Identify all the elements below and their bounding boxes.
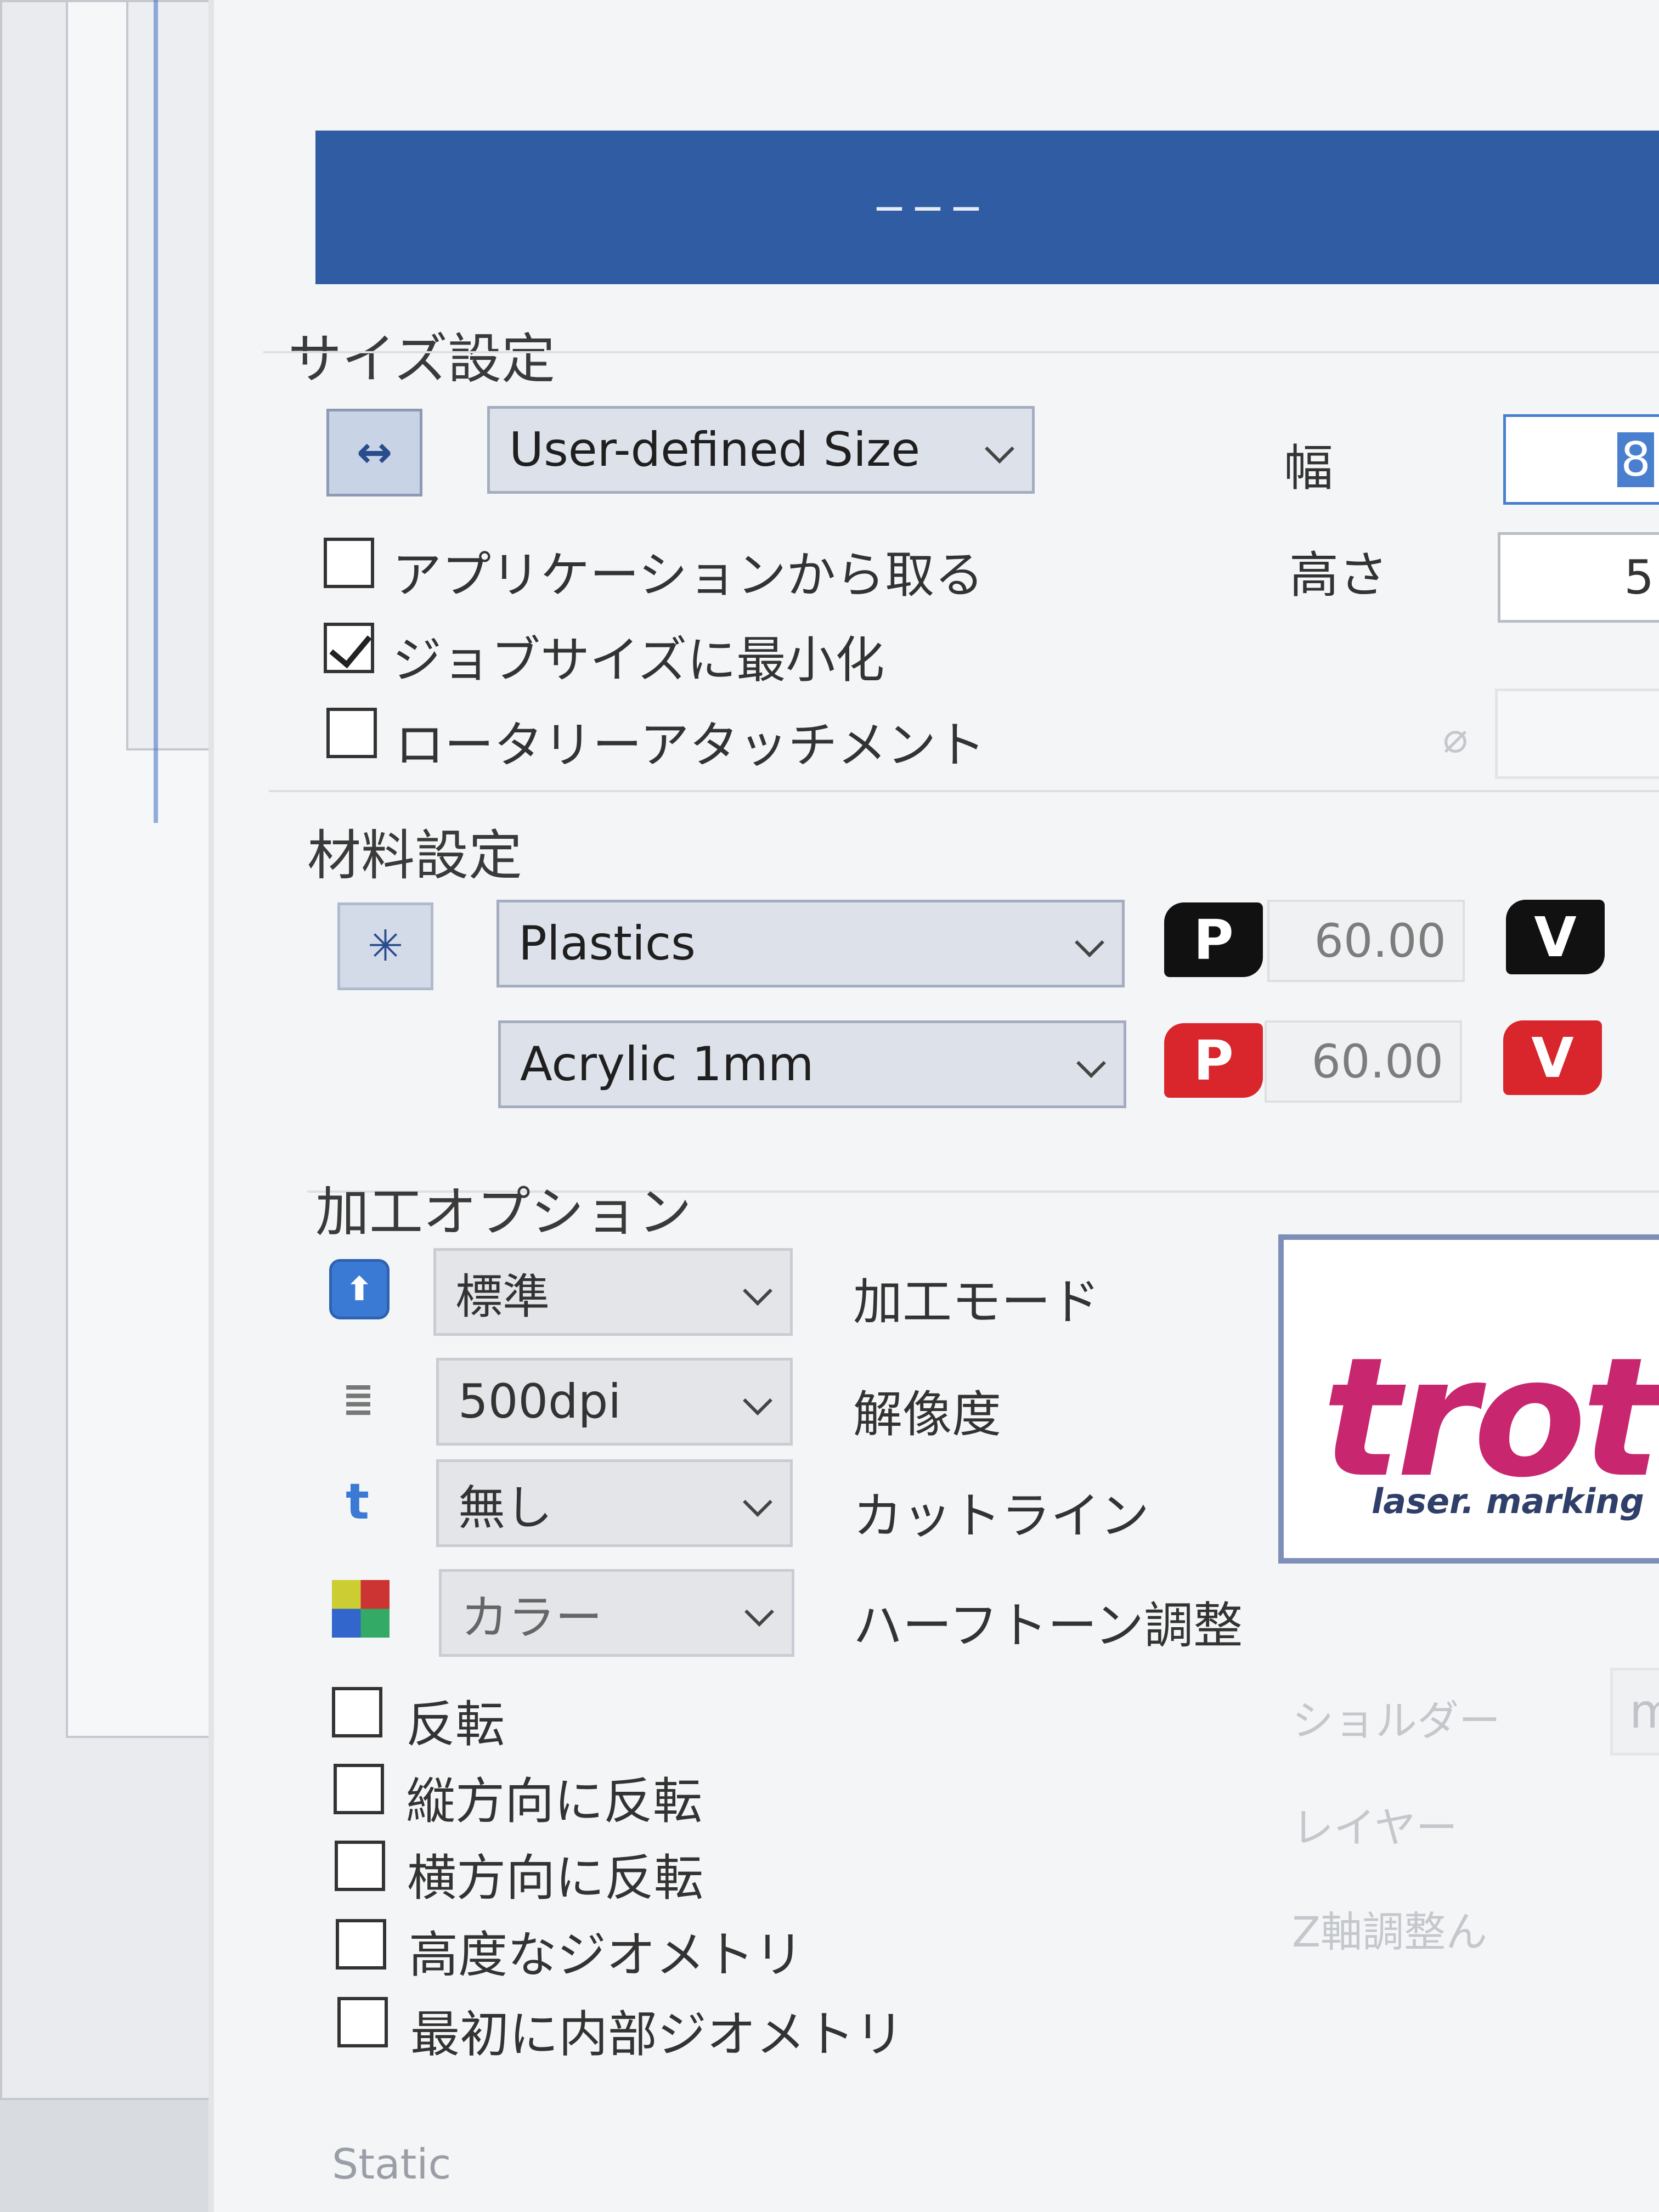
material-type-dropdown[interactable]: Plastics <box>496 900 1125 988</box>
cutline-label: カットライン <box>853 1487 1149 1545</box>
width-field[interactable]: 8 <box>1503 414 1659 505</box>
rotary-attachment-checkbox[interactable] <box>326 708 377 758</box>
chevron-down-icon <box>743 1487 772 1517</box>
halftone-color-grid-icon <box>332 1580 390 1638</box>
invert-checkbox[interactable] <box>332 1687 382 1737</box>
flip-vertical-checkbox[interactable] <box>334 1764 384 1814</box>
material-group-border <box>269 790 1659 792</box>
shoulder-value: m <box>1629 1684 1659 1739</box>
width-value: 8 <box>1617 432 1654 487</box>
halftone-label: ハーフトーン調整 <box>853 1597 1243 1655</box>
chevron-down-icon <box>744 1597 774 1627</box>
material-icon[interactable]: ✳ <box>337 902 433 990</box>
size-resize-icon[interactable]: ↔ <box>326 409 422 496</box>
shoulder-field[interactable]: m <box>1610 1668 1659 1756</box>
resolution-label: 解像度 <box>853 1386 1001 1443</box>
height-field[interactable]: 5 <box>1498 532 1659 623</box>
layer-label: レイヤー <box>1292 1803 1458 1852</box>
power-value-field-2[interactable]: 60.00 <box>1265 1020 1462 1103</box>
power-value: 60.00 <box>1314 914 1446 968</box>
cutline-value: 無し <box>458 1480 552 1536</box>
velocity-icon-red: V <box>1503 1020 1602 1095</box>
halftone-dropdown[interactable]: カラー <box>439 1569 794 1657</box>
minimize-to-job-size-label: ジョブサイズに最小化 <box>392 631 885 689</box>
material-section-title: 材料設定 <box>307 825 523 887</box>
advanced-geometry-label: 高度なジオメトリ <box>409 1926 804 1984</box>
rotary-attachment-label: ロータリーアタッチメント <box>395 716 986 774</box>
power-value-2: 60.00 <box>1311 1035 1443 1088</box>
chevron-down-icon <box>743 1386 772 1415</box>
take-from-application-checkbox[interactable] <box>324 538 374 588</box>
chevron-down-icon <box>1076 1048 1106 1078</box>
inner-geometry-first-checkbox[interactable] <box>337 1997 388 2047</box>
diameter-field[interactable] <box>1495 689 1659 779</box>
invert-label: 反転 <box>406 1696 505 1753</box>
inner-geometry-first-label: 最初に内部ジオメトリ <box>410 2006 904 2063</box>
material-subtype-dropdown[interactable]: Acrylic 1mm <box>498 1020 1126 1108</box>
logo-preview: trot laser. marking <box>1278 1234 1659 1564</box>
size-section-title: サイズ設定 <box>288 328 556 391</box>
flip-vertical-label: 縦方向に反転 <box>406 1773 702 1830</box>
cutline-icon: t <box>346 1473 370 1531</box>
resolution-icon: ≣ <box>342 1376 375 1421</box>
power-icon: P <box>1164 902 1263 977</box>
banner-text: ——— <box>875 191 990 224</box>
chevron-down-icon <box>1075 928 1104 957</box>
resolution-dropdown[interactable]: 500dpi <box>436 1358 793 1446</box>
material-type-value: Plastics <box>518 916 696 971</box>
halftone-value: カラー <box>461 1590 602 1645</box>
header-banner: ——— <box>315 131 1659 284</box>
material-subtype-value: Acrylic 1mm <box>520 1037 814 1092</box>
shoulder-label: ショルダー <box>1292 1696 1500 1745</box>
resolution-value: 500dpi <box>458 1374 622 1429</box>
static-text: Static <box>332 2140 452 2188</box>
size-dropdown-value: User-defined Size <box>509 422 921 477</box>
chevron-down-icon <box>985 434 1014 464</box>
velocity-icon: V <box>1506 900 1605 974</box>
height-value: 5 <box>1624 550 1654 605</box>
diameter-icon: ⌀ <box>1443 713 1468 762</box>
size-group-border <box>263 351 1659 353</box>
advanced-geometry-checkbox[interactable] <box>336 1919 386 1970</box>
size-dropdown[interactable]: User-defined Size <box>487 406 1035 494</box>
minimize-to-job-size-checkbox[interactable] <box>324 623 374 673</box>
cutline-dropdown[interactable]: 無し <box>436 1459 793 1547</box>
power-icon-red: P <box>1164 1023 1263 1098</box>
process-mode-label: 加工モード <box>853 1273 1100 1331</box>
width-label: 幅 <box>1284 439 1333 497</box>
chevron-down-icon <box>743 1276 772 1306</box>
preview-tagline: laser. marking <box>1372 1481 1644 1521</box>
height-label: 高さ <box>1289 546 1388 604</box>
process-mode-dropdown[interactable]: 標準 <box>433 1248 793 1336</box>
process-mode-icon: ⬆ <box>329 1259 390 1319</box>
flip-horizontal-label: 横方向に反転 <box>407 1849 703 1907</box>
flip-horizontal-checkbox[interactable] <box>335 1841 385 1891</box>
checkmark-icon <box>329 624 372 669</box>
process-mode-value: 標準 <box>455 1269 550 1324</box>
processing-section-title: 加工オプション <box>315 1181 692 1244</box>
take-from-application-label: アプリケーションから取る <box>392 546 984 604</box>
z-axis-label: Z軸調整ん <box>1292 1908 1488 1956</box>
background-window-edge <box>154 0 158 823</box>
power-value-field[interactable]: 60.00 <box>1267 900 1465 982</box>
